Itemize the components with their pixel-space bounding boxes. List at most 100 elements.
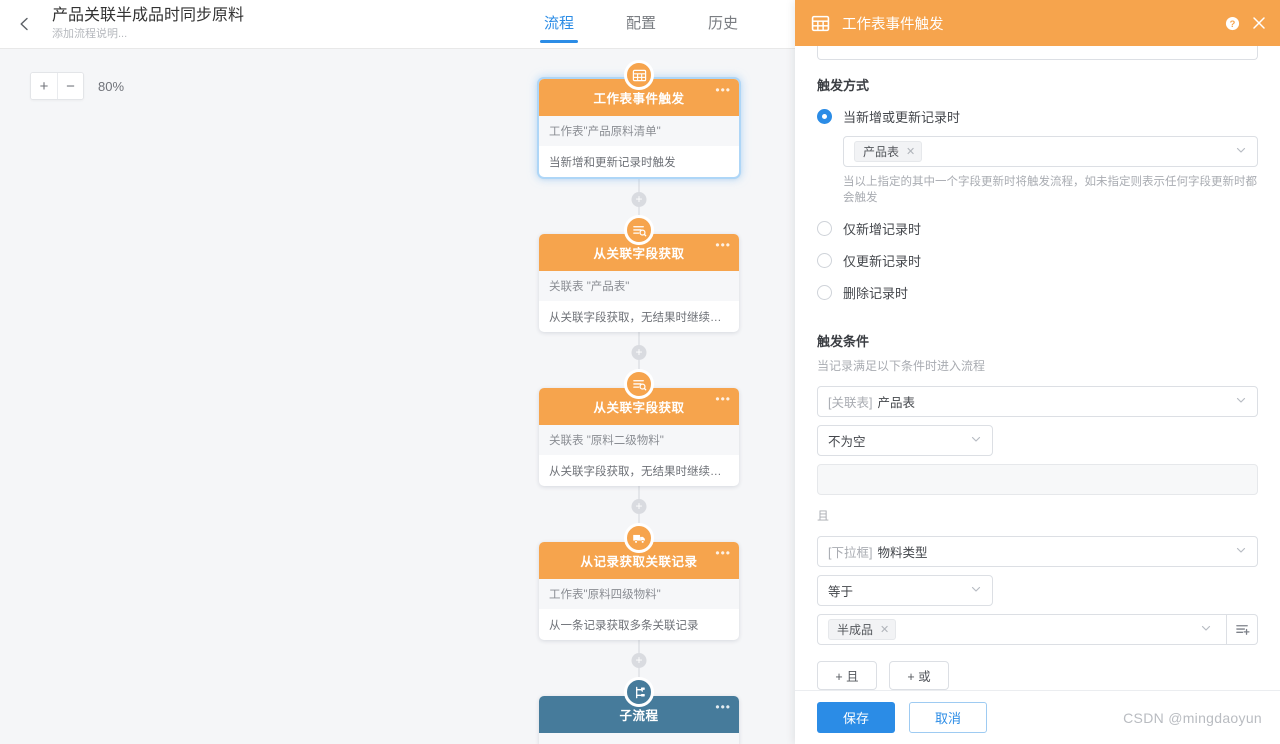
condition-operator-value: 不为空 (828, 435, 866, 449)
list-add-icon[interactable] (1227, 614, 1258, 645)
more-dots-icon[interactable]: ••• (715, 547, 731, 559)
more-dots-icon[interactable]: ••• (715, 84, 731, 96)
flow-node-header: 子流程 ••• (539, 677, 739, 733)
chevron-down-icon (970, 432, 982, 450)
chevron-down-icon (970, 582, 982, 600)
chevron-down-icon (1200, 621, 1212, 639)
value-chip-label: 半成品 (837, 623, 874, 637)
flow-node-trigger[interactable]: 工作表事件触发 ••• 工作表"产品原料清单" 当新增和更新记录时触发 (539, 60, 739, 177)
radio-indicator[interactable] (817, 253, 832, 268)
flow-node-header: 工作表事件触发 ••• (539, 60, 739, 116)
value-chip[interactable]: 半成品 ✕ (828, 619, 897, 640)
tab-history[interactable]: 历史 (704, 0, 742, 34)
question-circle-icon[interactable]: ? (1225, 16, 1240, 31)
field-chip[interactable]: 产品表 ✕ (854, 141, 923, 162)
grid-table-icon (624, 60, 654, 90)
flow-node-line1: 工作表"原料四级物料" (539, 579, 739, 610)
condition-field-value: 产品表 (877, 396, 915, 410)
cancel-button[interactable]: 取消 (909, 702, 987, 733)
condition-operator-value: 等于 (828, 585, 854, 599)
add-step-button[interactable]: + (631, 653, 647, 668)
panel-title: 工作表事件触发 (842, 16, 944, 33)
save-button[interactable]: 保存 (817, 702, 895, 733)
radio-option-delete[interactable]: 删除记录时 (817, 283, 1258, 302)
condition-field-prefix: [关联表] (828, 396, 873, 410)
trigger-field-hint: 当以上指定的其中一个字段更新时将触发流程，如未指定则表示任何字段更新时都会触发 (843, 176, 1257, 204)
list-search-icon (624, 369, 654, 399)
flow-canvas[interactable]: + + + + 工作表事件触发 ••• 工作表"产品原料清单" 当新增和更新记录… (0, 49, 795, 744)
condition-join-label: 且 (817, 509, 830, 523)
panel-footer: 保存 取消 CSDN @mingdaoyun (795, 690, 1280, 744)
add-step-button[interactable]: + (631, 192, 647, 207)
condition-value-select-2[interactable]: 半成品 ✕ (817, 614, 1227, 645)
truck-icon (624, 523, 654, 553)
radio-option-add-or-update[interactable]: 当新增或更新记录时 (817, 107, 1258, 126)
condition-operator-select-1[interactable]: 不为空 (817, 425, 993, 456)
subflow-icon (624, 677, 654, 707)
add-step-button[interactable]: + (631, 499, 647, 514)
trigger-condition-label: 触发条件 (817, 334, 870, 349)
condition-field-select-2[interactable]: [下拉框] 物料类型 (817, 536, 1258, 567)
flow-node-line2: 从一条记录获取多条关联记录 (549, 620, 699, 632)
radio-indicator[interactable] (817, 109, 832, 124)
flow-node-line2: 从关联字段获取，无结果时继续执行 (549, 312, 733, 324)
add-or-condition-button[interactable]: + 或 (889, 661, 949, 690)
top-bar: 产品关联半成品时同步原料 添加流程说明... 流程 配置 历史 (0, 0, 795, 49)
chevron-down-icon (1235, 393, 1247, 411)
page-title: 产品关联半成品时同步原料 (52, 7, 245, 24)
radio-label: 仅新增记录时 (843, 222, 922, 237)
flow-node-get-related-field[interactable]: 从关联字段获取 ••• 关联表 "产品表" 从关联字段获取，无结果时继续执行 (539, 215, 739, 332)
condition-field-select-1[interactable]: [关联表] 产品表 (817, 386, 1258, 417)
close-small-icon[interactable]: ✕ (906, 145, 915, 158)
flow-node-title: 从关联字段获取 (593, 247, 685, 261)
radio-option-add-only[interactable]: 仅新增记录时 (817, 219, 1258, 238)
radio-label: 当新增或更新记录时 (843, 110, 961, 125)
condition-field-value: 物料类型 (877, 546, 928, 560)
arrow-left-icon (16, 15, 34, 33)
trigger-field-group: 产品表 ✕ 当以上指定的其中一个字段更新时将触发流程，如未指定则表示任何字段更新… (843, 126, 1258, 206)
condition-field-prefix: [下拉框] (828, 546, 873, 560)
more-dots-icon[interactable]: ••• (715, 393, 731, 405)
radio-label: 仅更新记录时 (843, 254, 922, 269)
flow-node-get-related-field-2[interactable]: 从关联字段获取 ••• 关联表 "原料二级物料" 从关联字段获取，无结果时继续执… (539, 369, 739, 486)
radio-indicator[interactable] (817, 285, 832, 300)
condition-add-buttons: + 且 + 或 (817, 661, 1258, 690)
flow-node-header: 从关联字段获取 ••• (539, 369, 739, 425)
close-icon[interactable] (1252, 16, 1266, 30)
flow-node-header: 从关联字段获取 ••• (539, 215, 739, 271)
more-dots-icon[interactable]: ••• (715, 239, 731, 251)
radio-option-update-only[interactable]: 仅更新记录时 (817, 251, 1258, 270)
flow-node-title: 子流程 (619, 709, 659, 723)
flow-node-line1: 关联表 "产品表" (539, 271, 739, 302)
more-dots-icon[interactable]: ••• (715, 701, 731, 713)
radio-label: 删除记录时 (843, 286, 909, 301)
condition-value-row-2: 半成品 ✕ (817, 614, 1258, 645)
close-small-icon[interactable]: ✕ (880, 623, 889, 636)
flow-node-header: 从记录获取关联记录 ••• (539, 523, 739, 579)
flow-node-title: 工作表事件触发 (593, 92, 685, 106)
tab-flow[interactable]: 流程 (540, 0, 579, 43)
watermark-label: CSDN @mingdaoyun (1123, 709, 1262, 726)
trigger-field-select[interactable]: 产品表 ✕ (843, 136, 1258, 167)
title-block: 产品关联半成品时同步原料 添加流程说明... (50, 7, 244, 41)
radio-indicator[interactable] (817, 221, 832, 236)
page-subtitle[interactable]: 添加流程说明... (52, 27, 244, 41)
flow-main-area: 产品关联半成品时同步原料 添加流程说明... 流程 配置 历史 + − 80% … (0, 0, 795, 744)
trigger-mode-label: 触发方式 (817, 78, 870, 93)
flow-node-subflow[interactable]: 子流程 ••• (539, 677, 739, 744)
back-button[interactable] (0, 0, 50, 49)
scrolled-field-partial[interactable] (817, 46, 1258, 60)
flow-node-line1: 工作表"产品原料清单" (539, 116, 739, 147)
tab-bar: 流程 配置 历史 (540, 0, 742, 49)
app-root: 产品关联半成品时同步原料 添加流程说明... 流程 配置 历史 + − 80% … (0, 0, 1280, 744)
list-search-icon (624, 215, 654, 245)
svg-text:?: ? (1230, 18, 1236, 28)
flow-node-get-related-records[interactable]: 从记录获取关联记录 ••• 工作表"原料四级物料" 从一条记录获取多条关联记录 (539, 523, 739, 640)
flow-node-line1: 关联表 "原料二级物料" (539, 425, 739, 456)
add-and-condition-button[interactable]: + 且 (817, 661, 877, 690)
add-step-button[interactable]: + (631, 345, 647, 360)
tab-config[interactable]: 配置 (622, 0, 660, 34)
condition-operator-select-2[interactable]: 等于 (817, 575, 993, 606)
flow-node-line2: 从关联字段获取，无结果时继续执行 (549, 466, 733, 478)
node-settings-panel: 工作表事件触发 ? 触发方式 当新增或更新记录时 产品表 ✕ 当以上指定的其中一… (795, 0, 1280, 744)
